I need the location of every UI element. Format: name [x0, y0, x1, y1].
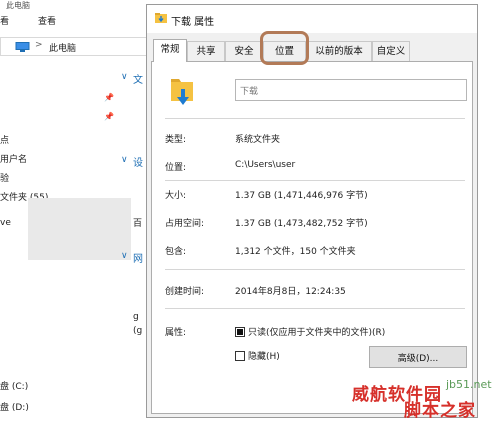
- property-value-created: 2014年8月8日，12:24:35: [235, 287, 346, 297]
- hidden-label[interactable]: 隐藏(H): [248, 349, 280, 362]
- explorer-title: 此电脑: [6, 1, 30, 10]
- divider: [165, 118, 465, 119]
- content-text: 百: [133, 219, 143, 229]
- breadcrumb-location[interactable]: 此电脑: [49, 41, 76, 54]
- breadcrumb-separator: >: [35, 40, 43, 50]
- property-value-size: 1.37 GB (1,471,446,976 字节): [235, 191, 368, 201]
- nav-item[interactable]: 用户名: [0, 152, 27, 165]
- nav-item-drive-d[interactable]: 盘 (D:): [0, 400, 29, 413]
- content-text: g: [133, 312, 139, 322]
- divider: [165, 308, 465, 309]
- dialog-titlebar[interactable]: 下载 属性: [147, 5, 477, 33]
- folder-download-icon: [155, 13, 167, 23]
- download-folder-icon: [171, 79, 193, 105]
- redacted-area: [28, 198, 131, 260]
- menu-item-view-fragment[interactable]: 看: [0, 14, 9, 27]
- advanced-button[interactable]: 高级(D)...: [369, 346, 467, 368]
- section-header: 文: [133, 75, 143, 86]
- property-value-location: C:\Users\user: [235, 160, 296, 170]
- explorer-menu-bar: 此电脑 看 查看: [0, 0, 148, 30]
- tab-previous-versions[interactable]: 以前的版本: [306, 41, 372, 61]
- tab-sharing[interactable]: 共享: [187, 41, 225, 61]
- section-header: 设: [133, 158, 143, 169]
- tab-security[interactable]: 安全: [225, 41, 263, 61]
- divider: [165, 180, 465, 181]
- pin-icon[interactable]: 📌: [104, 93, 114, 102]
- property-value-type: 系统文件夹: [235, 135, 281, 145]
- tab-general[interactable]: 常规: [153, 39, 187, 62]
- computer-icon: [15, 42, 30, 52]
- property-label-contains: 包含:: [165, 247, 187, 257]
- property-label-created: 创建时间:: [165, 287, 205, 297]
- highlight-annotation: [260, 31, 309, 65]
- property-value-contains: 1,312 个文件，150 个文件夹: [235, 247, 356, 257]
- tab-customize[interactable]: 自定义: [372, 41, 410, 61]
- address-bar[interactable]: > 此电脑: [0, 37, 148, 56]
- dialog-title: 下载 属性: [171, 17, 215, 28]
- nav-item[interactable]: ve: [0, 218, 11, 228]
- chevron-down-icon[interactable]: ∨: [121, 251, 128, 261]
- folder-name-field[interactable]: [235, 79, 467, 101]
- chevron-down-icon[interactable]: ∨: [121, 155, 128, 165]
- property-label-type: 类型:: [165, 135, 187, 145]
- nav-item[interactable]: 点: [0, 133, 9, 146]
- property-label-location: 位置:: [165, 163, 187, 173]
- property-value-size-on-disk: 1.37 GB (1,473,482,752 字节): [235, 219, 368, 229]
- watermark-site: jb51.net: [446, 378, 492, 391]
- readonly-label[interactable]: 只读(仅应用于文件夹中的文件)(R): [248, 325, 385, 338]
- hidden-checkbox[interactable]: [235, 351, 245, 361]
- properties-dialog: 下载 属性 常规 共享 安全 位置 以前的版本 自定义 类型: 系统文件夹 位置…: [146, 4, 478, 418]
- readonly-checkbox[interactable]: [235, 327, 245, 337]
- content-text: (g: [133, 326, 143, 336]
- pin-icon[interactable]: 📌: [104, 112, 114, 121]
- nav-item-drive-c[interactable]: 盘 (C:): [0, 379, 28, 392]
- attributes-label: 属性:: [165, 328, 187, 338]
- watermark-text: 脚本之家: [404, 401, 476, 421]
- divider: [165, 269, 465, 270]
- property-label-size-on-disk: 占用空间:: [165, 219, 205, 229]
- menu-item-view[interactable]: 查看: [38, 14, 56, 27]
- section-header: 网: [133, 254, 143, 265]
- chevron-down-icon[interactable]: ∨: [121, 72, 128, 82]
- property-label-size: 大小:: [165, 191, 187, 201]
- nav-item[interactable]: 验: [0, 171, 9, 184]
